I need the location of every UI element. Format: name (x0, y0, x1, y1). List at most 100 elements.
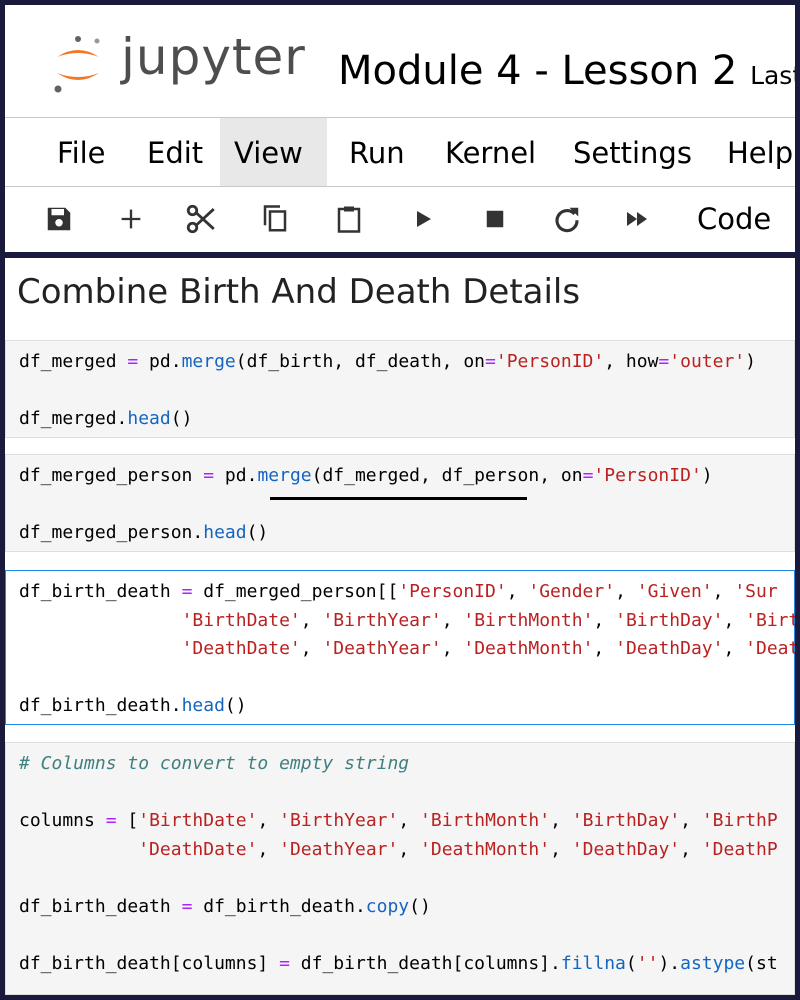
notebook-title[interactable]: Module 4 - Lesson 2 Last (338, 41, 795, 106)
code-token: df_merged_person[[ (192, 581, 399, 602)
code-token: 'Sur (734, 581, 778, 602)
last-saved-text: Last (750, 61, 795, 90)
code-token: 'BirthYear' (322, 609, 442, 631)
jupyter-logo-icon[interactable] (53, 35, 103, 93)
code-token: , (398, 838, 421, 860)
code-token: , (550, 810, 572, 831)
code-cell[interactable]: # Columns to convert to empty string colu… (5, 742, 795, 995)
code-token: 'BirthDay' (615, 609, 724, 631)
code-token: 'DeathYear' (279, 838, 399, 860)
menu-settings[interactable]: Settings (559, 118, 706, 186)
code-token: [ (116, 810, 139, 831)
code-cell-selected[interactable]: df_birth_death = df_merged_person[['Pers… (5, 570, 795, 725)
code-line: 'DeathDate', 'DeathYear', 'DeathMonth', … (19, 635, 795, 663)
title-bar: jupyter Module 4 - Lesson 2 Last (5, 5, 795, 117)
menu-view[interactable]: View (220, 118, 327, 186)
code-token: () (170, 408, 193, 429)
code-token: pd. (138, 351, 182, 372)
code-token: , (593, 609, 616, 631)
code-line: df_birth_death = df_merged_person[['Pers… (19, 578, 778, 606)
menu-edit[interactable]: Edit (133, 118, 217, 186)
code-token: = (105, 810, 117, 831)
code-token: (st (745, 952, 778, 974)
code-token: merge (257, 465, 312, 486)
code-token: 'PersonID' (495, 351, 605, 372)
code-token: 'DeathMonth' (420, 838, 551, 860)
code-token: , (441, 609, 464, 631)
code-token: 'BirthDate' (181, 609, 301, 631)
save-icon[interactable] (41, 201, 77, 237)
paste-icon[interactable] (331, 201, 367, 237)
code-token: df_birth_death[columns]. (289, 952, 561, 974)
menu-bar: File Edit View Run Kernel Settings Help (5, 117, 795, 187)
menu-help[interactable]: Help (713, 118, 795, 186)
code-token: 'BirthDate' (138, 810, 258, 831)
code-token: , (712, 581, 735, 602)
jupyter-logo-text: jupyter (121, 28, 306, 86)
menu-kernel[interactable]: Kernel (431, 118, 550, 186)
code-token: ( (625, 952, 637, 974)
code-cell[interactable]: df_merged = pd.merge(df_birth, df_death,… (5, 340, 795, 438)
jupyter-header: jupyter Module 4 - Lesson 2 Last File Ed… (5, 5, 795, 252)
code-token: merge (181, 351, 236, 372)
code-token: = (658, 351, 670, 372)
add-cell-icon[interactable] (113, 201, 149, 237)
code-token: fillna (560, 952, 626, 974)
code-token: '' (636, 952, 659, 974)
code-token: df_birth_death (19, 895, 182, 917)
annotation-underline (270, 497, 527, 500)
code-line: columns = ['BirthDate', 'BirthYear', 'Bi… (19, 807, 778, 835)
menu-run[interactable]: Run (335, 118, 419, 186)
restart-icon[interactable] (549, 201, 585, 237)
code-token: () (409, 895, 431, 917)
code-token: 'BirthDay' (571, 810, 681, 831)
copy-icon[interactable] (257, 201, 293, 237)
stop-icon[interactable] (477, 201, 513, 237)
code-cell[interactable]: df_merged_person = pd.merge(df_merged, d… (5, 454, 795, 552)
code-line: df_merged = pd.merge(df_birth, df_death,… (19, 348, 756, 376)
code-token: = (582, 465, 594, 486)
code-line: df_birth_death = df_birth_death.copy() (19, 893, 431, 921)
notebook-toolbar: Code (5, 187, 795, 252)
code-token: 'outer' (669, 351, 746, 372)
code-token: = (279, 952, 290, 974)
code-line: df_birth_death.head() (19, 692, 247, 720)
code-line: 'DeathDate', 'DeathYear', 'DeathMonth', … (19, 836, 778, 864)
notebook-title-text: Module 4 - Lesson 2 (338, 48, 738, 94)
run-icon[interactable] (405, 201, 441, 237)
code-token: df_merged. (19, 408, 128, 429)
cell-type-dropdown[interactable]: Code (697, 197, 771, 241)
code-token: = (127, 351, 139, 372)
code-line: df_merged_person.head() (19, 519, 268, 547)
code-token: ). (658, 952, 681, 974)
code-token: ) (745, 351, 756, 372)
menu-file[interactable]: File (43, 118, 120, 186)
code-token: df_birth_death. (192, 895, 366, 917)
cut-icon[interactable] (183, 201, 219, 237)
fast-forward-icon[interactable] (619, 201, 655, 237)
code-token: = (181, 895, 193, 917)
code-token: 'PersonID' (593, 465, 702, 486)
code-token: , (257, 838, 280, 860)
code-token: 'BirthMonth' (420, 810, 551, 831)
code-token: , (723, 609, 746, 631)
markdown-heading[interactable]: Combine Birth And Death Details (17, 266, 580, 318)
code-line: df_birth_death[columns] = df_birth_death… (19, 950, 778, 978)
code-token: , (441, 638, 464, 659)
code-token: , (615, 581, 637, 602)
code-token: pd. (214, 465, 258, 486)
code-token: df_merged (19, 351, 128, 372)
code-token: 'DeathMonth' (463, 638, 594, 659)
code-token: 'DeathP (701, 838, 778, 860)
code-token: 'BirthYear' (279, 810, 399, 831)
code-token: df_merged_person. (19, 522, 204, 543)
code-token: , (593, 638, 616, 659)
code-token: , (257, 810, 280, 831)
code-token: (df_merged, df_person, on (311, 465, 583, 486)
code-token: # Columns to convert to empty string (19, 753, 410, 774)
code-token: df_merged_person (19, 465, 204, 486)
code-token: columns (19, 810, 106, 831)
code-token: df_birth_death (19, 581, 182, 602)
